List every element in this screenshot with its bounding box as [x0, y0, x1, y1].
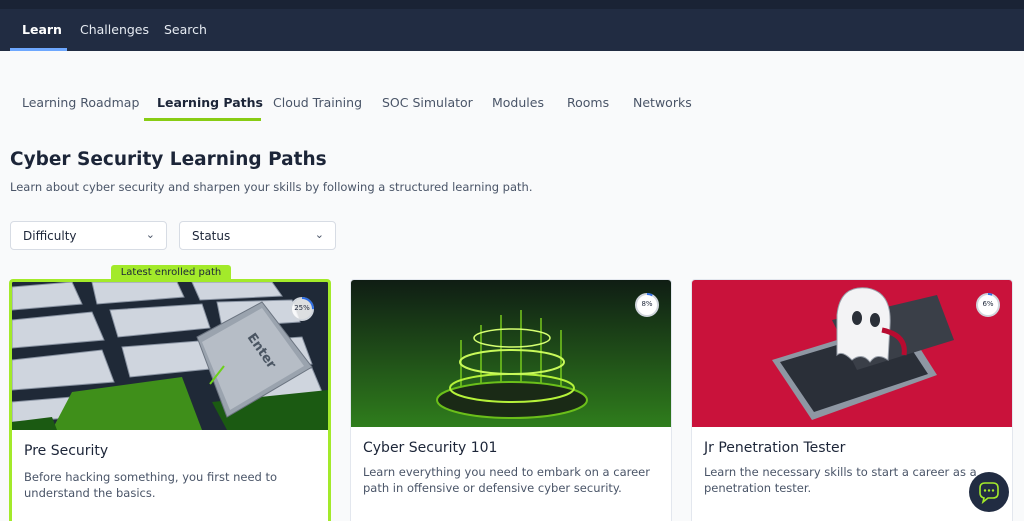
- tab-soc-simulator[interactable]: SOC Simulator: [382, 95, 473, 110]
- chat-support-button[interactable]: [969, 472, 1009, 512]
- chevron-down-icon: ⌄: [145, 228, 155, 241]
- path-card-pre-security[interactable]: Enter 25% Pre Security Before hacking so…: [9, 279, 331, 521]
- tab-rooms[interactable]: Rooms: [567, 95, 609, 110]
- tab-active-indicator: [144, 118, 261, 121]
- path-card-cyber-security-101[interactable]: 8% Cyber Security 101 Learn everything y…: [350, 279, 672, 521]
- page-subtitle: Learn about cyber security and sharpen y…: [10, 180, 533, 194]
- status-filter[interactable]: Status ⌄: [179, 221, 336, 250]
- path-card-jr-penetration-tester[interactable]: 6% Jr Penetration Tester Learn the neces…: [691, 279, 1013, 521]
- status-filter-label: Status: [192, 229, 231, 243]
- pre-security-thumbnail: Enter: [12, 282, 328, 430]
- progress-percent: 6%: [982, 300, 994, 308]
- progress-percent: 25%: [294, 304, 310, 312]
- card-description: Before hacking something, you first need…: [24, 470, 278, 500]
- nav-search[interactable]: Search: [164, 22, 207, 37]
- cyber-security-101-thumbnail: [351, 280, 671, 427]
- tab-modules[interactable]: Modules: [492, 95, 544, 110]
- difficulty-filter-label: Difficulty: [23, 229, 77, 243]
- card-title[interactable]: Jr Penetration Tester: [704, 440, 845, 456]
- difficulty-filter[interactable]: Difficulty ⌄: [10, 221, 167, 250]
- nav-challenges[interactable]: Challenges: [80, 22, 149, 37]
- card-description: Learn everything you need to embark on a…: [363, 465, 650, 495]
- nav-learn[interactable]: Learn: [22, 22, 62, 37]
- card-title[interactable]: Pre Security: [24, 443, 108, 459]
- progress-ring: 6%: [975, 292, 1001, 318]
- page-title: Cyber Security Learning Paths: [10, 149, 327, 170]
- progress-ring: 8%: [634, 292, 660, 318]
- progress-ring: 25%: [289, 296, 315, 322]
- chat-support-icon: [979, 482, 999, 505]
- nav-active-indicator: [10, 48, 67, 51]
- tab-learning-roadmap[interactable]: Learning Roadmap: [22, 95, 139, 110]
- chevron-down-icon: ⌄: [314, 228, 324, 241]
- tab-networks[interactable]: Networks: [633, 95, 692, 110]
- tab-learning-paths[interactable]: Learning Paths: [157, 95, 263, 110]
- top-navigation: Learn Challenges Search: [0, 0, 1024, 51]
- jr-penetration-tester-thumbnail: [692, 280, 1012, 427]
- card-title[interactable]: Cyber Security 101: [363, 440, 497, 456]
- tab-cloud-training[interactable]: Cloud Training: [273, 95, 362, 110]
- progress-percent: 8%: [641, 300, 653, 308]
- card-description: Learn the necessary skills to start a ca…: [704, 465, 977, 495]
